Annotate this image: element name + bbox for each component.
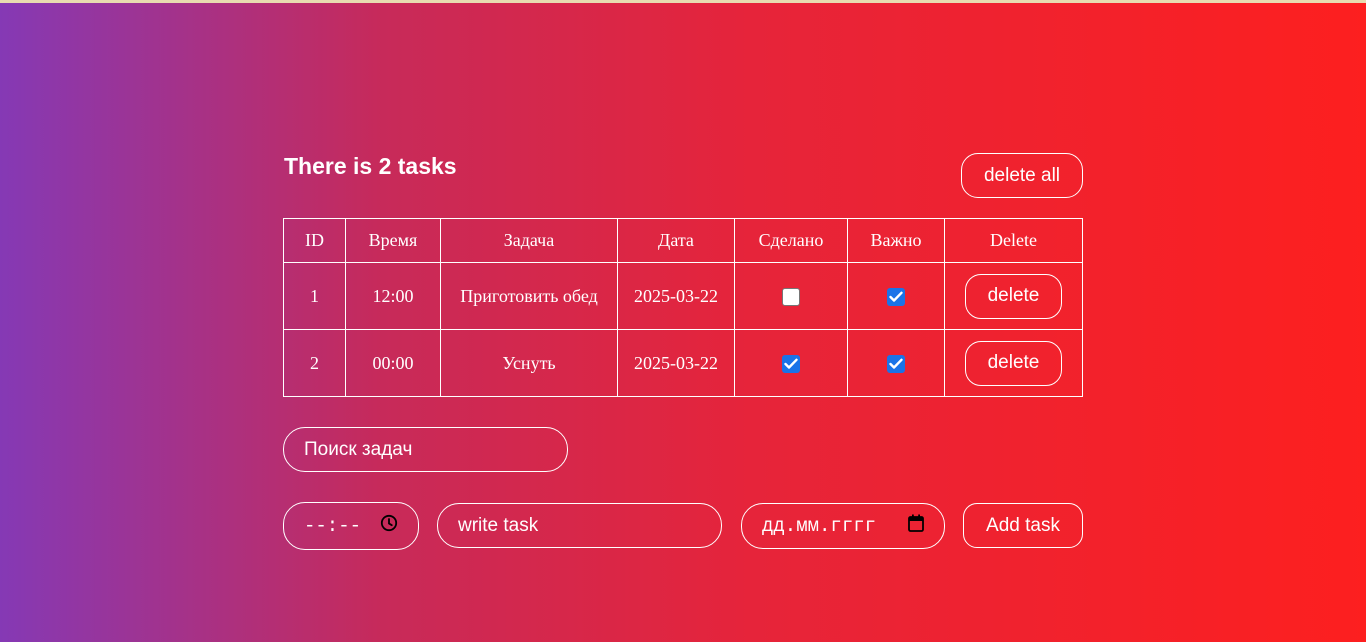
delete-task-button[interactable]: delete <box>965 340 1062 386</box>
column-header-id: ID <box>283 218 346 263</box>
cell-delete: delete <box>944 262 1083 330</box>
table-row: 1 12:00 Приготовить обед 2025-03-22 dele… <box>283 262 1083 330</box>
cell-id: 2 <box>283 329 346 397</box>
done-checkbox[interactable] <box>782 288 800 307</box>
cell-done <box>734 262 848 330</box>
table-header-row: ID Время Задача Дата Сделано Важно Delet… <box>283 218 1083 263</box>
cell-task: Приготовить обед <box>440 262 618 330</box>
tasks-table: ID Время Задача Дата Сделано Важно Delet… <box>283 218 1083 397</box>
header: There is 2 tasks delete all <box>283 153 1083 218</box>
column-header-task: Задача <box>440 218 618 263</box>
page-title: There is 2 tasks <box>284 153 457 179</box>
column-header-date: Дата <box>617 218 735 263</box>
date-input[interactable]: дд.мм.гггг <box>741 503 945 549</box>
search-placeholder: Поиск задач <box>304 438 413 460</box>
add-task-button[interactable]: Add task <box>963 503 1083 548</box>
table-row: 2 00:00 Уснуть 2025-03-22 delete <box>283 329 1083 397</box>
add-task-form: --:-- write task дд.мм.гггг Add task <box>283 502 1083 550</box>
cell-time: 12:00 <box>345 262 441 330</box>
cell-important <box>847 262 945 330</box>
cell-task: Уснуть <box>440 329 618 397</box>
cell-important <box>847 329 945 397</box>
calendar-icon[interactable] <box>908 514 924 538</box>
cell-id: 1 <box>283 262 346 330</box>
time-input[interactable]: --:-- <box>283 502 419 550</box>
date-placeholder: дд.мм.гггг <box>762 515 877 537</box>
cell-date: 2025-03-22 <box>617 262 735 330</box>
time-placeholder: --:-- <box>304 515 362 537</box>
clock-icon[interactable] <box>380 514 398 538</box>
column-header-important: Важно <box>847 218 945 263</box>
column-header-delete: Delete <box>944 218 1083 263</box>
cell-delete: delete <box>944 329 1083 397</box>
task-app: There is 2 tasks delete all ID Время Зад… <box>283 153 1083 550</box>
top-border-strip <box>0 0 1366 3</box>
important-checkbox[interactable] <box>887 355 905 374</box>
cell-done <box>734 329 848 397</box>
task-input[interactable]: write task <box>437 503 722 548</box>
delete-task-button[interactable]: delete <box>965 273 1062 319</box>
search-section: Поиск задач <box>283 427 1083 472</box>
cell-date: 2025-03-22 <box>617 329 735 397</box>
task-placeholder: write task <box>458 514 539 536</box>
search-input[interactable]: Поиск задач <box>283 427 568 472</box>
column-header-done: Сделано <box>734 218 848 263</box>
cell-time: 00:00 <box>345 329 441 397</box>
delete-all-button[interactable]: delete all <box>961 153 1083 198</box>
done-checkbox[interactable] <box>782 355 800 374</box>
column-header-time: Время <box>345 218 441 263</box>
important-checkbox[interactable] <box>887 288 905 307</box>
